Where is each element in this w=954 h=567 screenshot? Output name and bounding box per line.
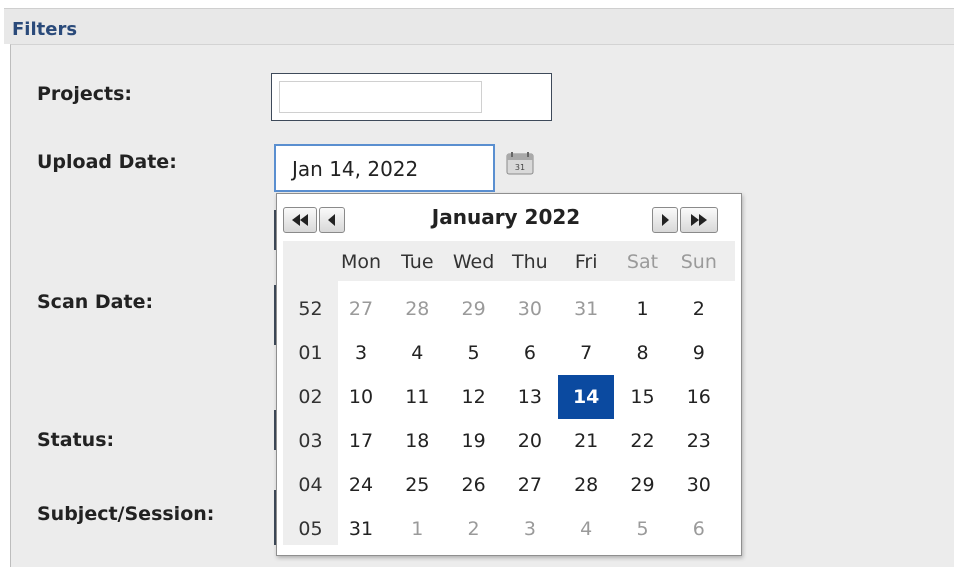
- calendar-day[interactable]: 1: [615, 287, 671, 331]
- week-number: 02: [298, 386, 323, 408]
- weekday-header-row: Mon Tue Wed Thu Fri Sat Sun: [283, 241, 735, 281]
- calendar-day[interactable]: 13: [502, 375, 558, 419]
- calendar-day[interactable]: 9: [671, 331, 727, 375]
- projects-select-inner[interactable]: [279, 81, 482, 113]
- scan-date-label: Scan Date:: [37, 291, 154, 313]
- calendar-day[interactable]: 6: [502, 331, 558, 375]
- calendar-day[interactable]: 12: [446, 375, 502, 419]
- calendar-day[interactable]: 26: [446, 463, 502, 507]
- upload-date-input[interactable]: Jan 14, 2022: [274, 144, 495, 192]
- calendar-day[interactable]: 11: [389, 375, 445, 419]
- upload-date-label: Upload Date:: [37, 151, 177, 173]
- svg-text:31: 31: [515, 163, 525, 172]
- calendar-day[interactable]: 5: [615, 507, 671, 551]
- left-arrow-icon: [328, 214, 335, 226]
- calendar-day[interactable]: 7: [558, 331, 614, 375]
- calendar-day[interactable]: 21: [558, 419, 614, 463]
- week-number: 01: [298, 342, 323, 364]
- calendar-day[interactable]: 27: [502, 463, 558, 507]
- calendar-day[interactable]: 1: [389, 507, 445, 551]
- calendar-day[interactable]: 20: [502, 419, 558, 463]
- projects-select[interactable]: [271, 73, 552, 121]
- filters-panel-header: Filters: [4, 8, 954, 44]
- calendar-day[interactable]: 25: [389, 463, 445, 507]
- prev-month-button[interactable]: [319, 207, 345, 233]
- calendar-day[interactable]: 19: [446, 419, 502, 463]
- calendar-header: January 2022: [277, 194, 741, 240]
- weekday-header-tue: Tue: [401, 251, 434, 273]
- calendar-day[interactable]: 6: [671, 507, 727, 551]
- week-number: 52: [298, 298, 323, 320]
- calendar-day[interactable]: 16: [671, 375, 727, 419]
- right-arrow-icon: [662, 214, 669, 226]
- date-picker-popup: January 2022 Mon Tue Wed Thu Fri Sat Sun 52 27 2…: [276, 193, 742, 556]
- weekday-header-sun: Sun: [680, 251, 717, 273]
- calendar-icon[interactable]: 31: [505, 150, 537, 178]
- calendar-day[interactable]: 3: [502, 507, 558, 551]
- calendar-day[interactable]: 17: [333, 419, 389, 463]
- calendar-day[interactable]: 3: [333, 331, 389, 375]
- calendar-day-selected[interactable]: 14: [558, 375, 615, 419]
- week-number: 04: [298, 474, 323, 496]
- calendar-month-title: January 2022: [431, 205, 581, 229]
- calendar-day[interactable]: 23: [671, 419, 727, 463]
- next-year-button[interactable]: [680, 207, 718, 233]
- calendar-day[interactable]: 18: [389, 419, 445, 463]
- calendar-day[interactable]: 4: [389, 331, 445, 375]
- calendar-day[interactable]: 15: [615, 375, 671, 419]
- weekday-header-sat: Sat: [626, 251, 659, 273]
- calendar-day[interactable]: 28: [389, 287, 445, 331]
- calendar-day[interactable]: 31: [333, 507, 389, 551]
- prev-year-button[interactable]: [283, 207, 317, 233]
- calendar-day[interactable]: 22: [615, 419, 671, 463]
- next-month-button[interactable]: [652, 207, 678, 233]
- calendar-day[interactable]: 24: [333, 463, 389, 507]
- subject-session-label: Subject/Session:: [37, 503, 215, 525]
- projects-label: Projects:: [37, 83, 132, 105]
- double-right-arrow-icon: [691, 214, 707, 226]
- weekday-header-fri: Fri: [574, 251, 598, 273]
- calendar-day[interactable]: 30: [671, 463, 727, 507]
- calendar-day[interactable]: 31: [558, 287, 614, 331]
- calendar-day[interactable]: 8: [615, 331, 671, 375]
- week-number: 03: [298, 430, 323, 452]
- calendar-day[interactable]: 2: [671, 287, 727, 331]
- calendar-day[interactable]: 10: [333, 375, 389, 419]
- calendar-day[interactable]: 29: [615, 463, 671, 507]
- double-left-arrow-icon: [292, 214, 308, 226]
- week-number: 05: [298, 518, 323, 540]
- panel-title: Filters: [12, 19, 78, 40]
- calendar-day[interactable]: 27: [333, 287, 389, 331]
- calendar-day[interactable]: 30: [502, 287, 558, 331]
- calendar-day[interactable]: 29: [446, 287, 502, 331]
- weekday-header-wed: Wed: [452, 251, 495, 273]
- calendar-day[interactable]: 5: [446, 331, 502, 375]
- weekday-header-thu: Thu: [512, 251, 548, 273]
- status-label: Status:: [37, 429, 115, 451]
- calendar-day[interactable]: 4: [558, 507, 614, 551]
- weekday-header-mon: Mon: [340, 251, 382, 273]
- calendar-day[interactable]: 28: [558, 463, 614, 507]
- calendar-day[interactable]: 2: [446, 507, 502, 551]
